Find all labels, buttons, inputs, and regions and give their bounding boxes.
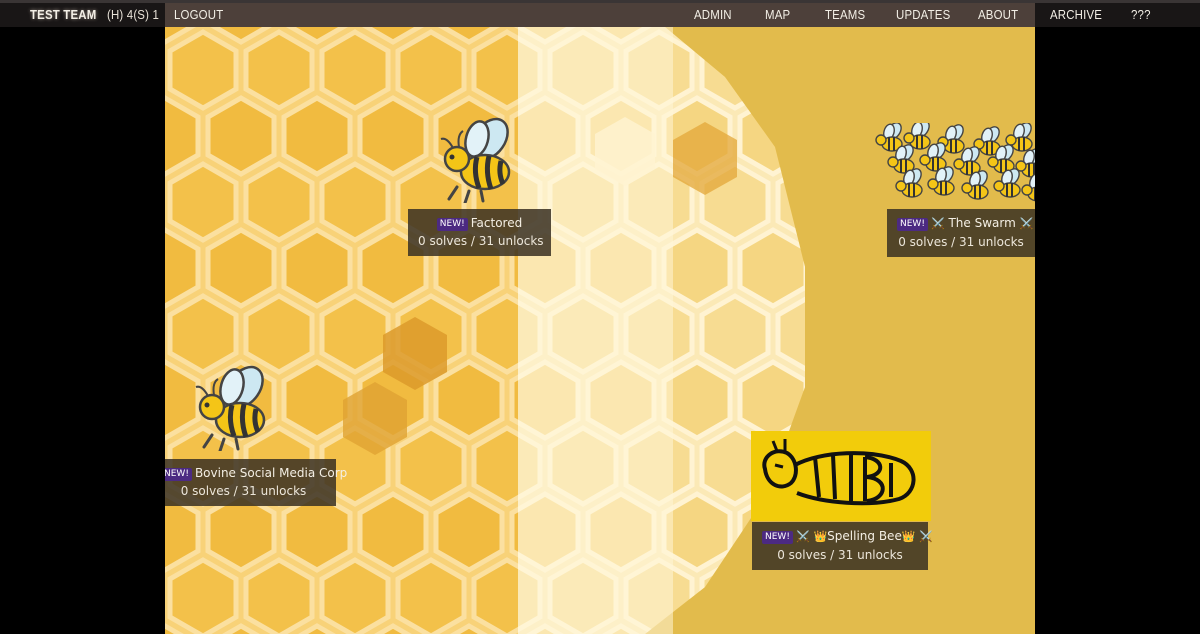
bee-icon[interactable] [435,117,521,203]
nav-about[interactable]: ABOUT [978,3,1018,27]
score-s-value: 1 [152,7,160,22]
score-h-label: (H) [107,7,124,22]
puzzle-label-bovine-social-media-corp[interactable]: NEW! Bovine Social Media Corp 0 solves / … [165,459,347,506]
new-badge: NEW! [165,468,192,481]
puzzle-stats: 0 solves / 31 unlocks [777,548,903,562]
pale-overlay-band [518,27,673,634]
puzzle-title[interactable]: Factored [471,216,522,230]
team-name-link[interactable]: TEST TEAM [30,3,96,27]
bee-swarm-icon[interactable] [875,123,1035,207]
nav-mystery[interactable]: ??? [1131,3,1151,27]
score-display: (H) 4(S) 1 [107,3,159,27]
nav-archive[interactable]: ARCHIVE [1050,3,1102,27]
puzzle-label-factored[interactable]: NEW! Factored 0 solves / 31 unlocks [408,209,551,256]
puzzle-label-the-swarm[interactable]: NEW! ⚔️ The Swarm ⚔️ 0 solves / 31 unlock… [887,209,1035,257]
logout-link[interactable]: LOGOUT [174,3,223,27]
top-nav-bar: TEST TEAM (H) 4(S) 1 LOGOUT ADMIN MAP TE… [0,0,1200,27]
new-badge: NEW! [897,218,928,231]
nav-admin[interactable]: ADMIN [694,3,732,27]
puzzle-title[interactable]: Bovine Social Media Corp [195,466,347,480]
crown-icon: 👑 [901,530,916,543]
tbd-bee-icon[interactable] [751,431,931,521]
bee-icon[interactable] [190,365,276,451]
puzzle-stats: 0 solves / 31 unlocks [898,235,1024,249]
new-badge: NEW! [436,218,468,231]
puzzle-label-spelling-bee[interactable]: NEW! ⚔️ 👑Spelling Bee👑 ⚔️ 0 solves / 31 u… [752,522,933,570]
crossed-swords-icon: ⚔️ [795,530,810,543]
nav-teams[interactable]: TEAMS [825,3,865,27]
nav-updates[interactable]: UPDATES [896,3,950,27]
score-s-label: (S) [133,7,150,22]
nav-map[interactable]: MAP [765,3,790,27]
crown-icon: 👑 [813,530,828,543]
puzzle-title[interactable]: The Swarm [948,216,1015,230]
new-badge: NEW! [762,531,793,544]
puzzle-map: NEW! Factored 0 solves / 31 unlocks NEW!… [165,27,1035,634]
crossed-swords-icon: ⚔️ [1019,217,1034,230]
puzzle-stats: 0 solves / 31 unlocks [180,484,307,498]
crossed-swords-icon: ⚔️ [919,530,934,543]
puzzle-title[interactable]: Spelling Bee [827,529,902,543]
puzzle-stats: 0 solves / 31 unlocks [418,234,544,248]
crossed-swords-icon: ⚔️ [930,217,945,230]
